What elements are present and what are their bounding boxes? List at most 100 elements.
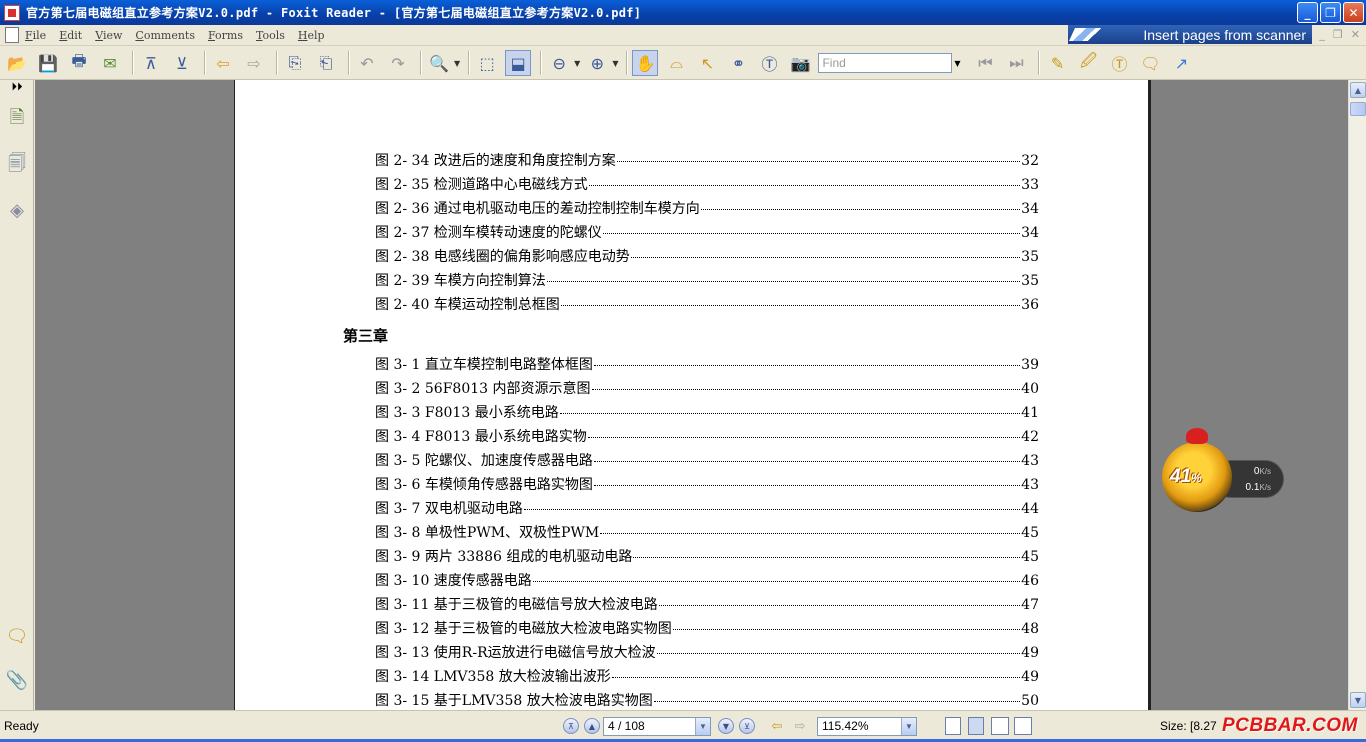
toc-entry[interactable]: 图 2- 35 检测道路中心电磁线方式 33 — [375, 174, 1039, 194]
binoculars-icon[interactable]: ⚭ — [725, 50, 751, 76]
toc-entry[interactable]: 图 3- 15 基于LMV358 放大检波电路实物图 50 — [375, 690, 1039, 710]
go-back-icon[interactable]: ⇦ — [768, 718, 786, 734]
toc-entry[interactable]: 图 3- 6 车模倾角传感器电路实物图 43 — [375, 474, 1039, 494]
menu-forms[interactable]: Forms — [208, 29, 243, 42]
email-icon[interactable]: ✉ — [97, 50, 123, 76]
toc-entry[interactable]: 图 3- 11 基于三极管的电磁信号放大检波电路 47 — [375, 594, 1039, 614]
pencil-tool-icon[interactable]: ✎ — [1044, 50, 1070, 76]
close-button[interactable]: ✕ — [1343, 2, 1364, 23]
toc-entry[interactable]: 图 3- 3 F8013 最小系统电路 41 — [375, 402, 1039, 422]
go-forward-icon[interactable]: ⇨ — [791, 718, 809, 734]
fit-page-icon[interactable]: ⬚ — [474, 50, 500, 76]
single-page-layout-icon[interactable] — [945, 717, 961, 735]
toc-entry[interactable]: 图 3- 14 LMV358 放大检波输出波形 49 — [375, 666, 1039, 686]
next-page-nav-icon[interactable]: ▼ — [718, 718, 734, 734]
toc-entry[interactable]: 图 2- 34 改进后的速度和角度控制方案 32 — [375, 150, 1039, 170]
zoom-tool-dropdown-icon[interactable]: ▼ — [454, 59, 460, 68]
toc-entry[interactable]: 图 2- 37 检测车模转动速度的陀螺仪 34 — [375, 222, 1039, 242]
zoom-in-icon[interactable]: ⊕ — [584, 50, 610, 76]
scroll-up-icon[interactable]: ▲ — [1350, 82, 1366, 98]
layers-icon[interactable]: ◈ — [6, 198, 28, 222]
toc-entry[interactable]: 图 2- 40 车模运动控制总框图 36 — [375, 294, 1039, 314]
zoom-dropdown-icon[interactable]: ▼ — [901, 718, 916, 735]
zoom-out-icon[interactable]: ⊖ — [546, 50, 572, 76]
toc-entry[interactable]: 图 3- 8 单极性PWM、双极性PWM 45 — [375, 522, 1039, 542]
bookmarks-icon[interactable]: 🗎 — [6, 107, 28, 132]
comments-panel-icon[interactable]: 🗨 — [6, 624, 29, 648]
zoom-out-dropdown-icon[interactable]: ▼ — [574, 59, 580, 68]
continuous-facing-layout-icon[interactable] — [1014, 717, 1032, 735]
find-dropdown-icon[interactable]: ▼ — [952, 53, 962, 73]
find-input[interactable]: Find — [818, 53, 953, 73]
page-dropdown-icon[interactable]: ▼ — [695, 718, 710, 735]
doc-restore-button[interactable]: ❐ — [1333, 28, 1343, 41]
menu-tools[interactable]: Tools — [256, 29, 285, 42]
forward-arrow-icon[interactable]: ⇨ — [241, 50, 267, 76]
hand-tool-icon[interactable]: ✋ — [632, 50, 659, 76]
select-text-icon[interactable]: Ⓣ — [756, 50, 782, 76]
toc-entry[interactable]: 图 3- 7 双电机驱动电路 44 — [375, 498, 1039, 518]
print-icon[interactable]: 🖶 — [66, 50, 92, 76]
facing-layout-icon[interactable] — [991, 717, 1009, 735]
menu-file[interactable]: File — [25, 29, 46, 42]
note-comment-icon[interactable]: 🗨 — [1137, 50, 1163, 76]
prev-page-icon[interactable]: ▲ — [584, 718, 600, 734]
doc-minimize-button[interactable]: _ — [1319, 28, 1325, 41]
undo-icon[interactable]: ↶ — [354, 50, 380, 76]
insert-pages-from-scanner-banner[interactable]: Insert pages from scanner — [1068, 25, 1312, 44]
save-icon[interactable]: 💾 — [35, 50, 61, 76]
doc-close-button[interactable]: ✕ — [1351, 28, 1360, 41]
toc-entry[interactable]: 图 2- 39 车模方向控制算法 35 — [375, 270, 1039, 290]
zoom-in-dropdown-icon[interactable]: ▼ — [612, 59, 618, 68]
toc-entry[interactable]: 图 2- 36 通过电机驱动电压的差动控制控制车模方向 34 — [375, 198, 1039, 218]
loupe-tool-icon[interactable]: ⌓ — [663, 50, 689, 76]
expand-panel-icon[interactable]: ⏵⏵ — [6, 80, 28, 94]
next-page-icon[interactable]: ⊻ — [169, 50, 195, 76]
restore-button[interactable]: ❐ — [1320, 2, 1341, 23]
snapshot-icon[interactable]: 📷 — [787, 50, 813, 76]
vertical-scrollbar[interactable]: ▲ ▼ — [1348, 80, 1366, 710]
continuous-layout-icon[interactable] — [968, 717, 984, 735]
minimize-button[interactable]: _ — [1297, 2, 1318, 23]
previous-page-icon[interactable]: ⊼ — [138, 50, 164, 76]
find-previous-icon[interactable]: ⏮ — [972, 50, 998, 76]
back-arrow-icon[interactable]: ⇦ — [210, 50, 236, 76]
mascot-chick-icon[interactable]: 41% — [1162, 428, 1232, 512]
redo-icon[interactable]: ↷ — [385, 50, 411, 76]
typewriter-icon[interactable]: Ⓣ — [1106, 50, 1132, 76]
toc-entry[interactable]: 图 3- 9 两片 33886 组成的电机驱动电路 45 — [375, 546, 1039, 566]
fit-width-icon[interactable]: ⬓ — [505, 50, 532, 76]
menu-comments[interactable]: Comments — [135, 29, 195, 42]
scroll-down-icon[interactable]: ▼ — [1350, 692, 1366, 708]
document-area[interactable]: 图 2- 34 改进后的速度和角度控制方案 32 图 2- 35 检测道路中心电磁… — [35, 80, 1348, 710]
toc-entry[interactable]: 图 3- 1 直立车模控制电路整体框图 39 — [375, 354, 1039, 374]
document-icon[interactable] — [5, 27, 19, 43]
toc-entry[interactable]: 图 3- 12 基于三极管的电磁放大检波电路实物图 48 — [375, 618, 1039, 638]
toc-entry[interactable]: 图 2- 38 电感线圈的偏角影响感应电动势 35 — [375, 246, 1039, 266]
toc-entry[interactable]: 图 3- 4 F8013 最小系统电路实物 42 — [375, 426, 1039, 446]
zoom-level-field[interactable]: 115.42% ▼ — [817, 717, 917, 736]
toc-entry[interactable]: 图 3- 13 使用R-R运放进行电磁信号放大检波 49 — [375, 642, 1039, 662]
network-speed-widget[interactable]: 0K/s 0.1K/s 41% — [1160, 428, 1286, 512]
attachments-icon[interactable]: 📎 — [6, 668, 28, 692]
toc-entry[interactable]: 图 3- 10 速度传感器电路 46 — [375, 570, 1039, 590]
scroll-thumb[interactable] — [1350, 102, 1366, 116]
menu-edit[interactable]: Edit — [59, 29, 82, 42]
foxit-app-icon[interactable] — [4, 4, 20, 21]
arrow-tool-icon[interactable]: ↗ — [1168, 50, 1194, 76]
page-number-field[interactable]: 4 / 108 ▼ — [603, 717, 711, 736]
toc-entry[interactable]: 图 3- 5 陀螺仪、加速度传感器电路 43 — [375, 450, 1039, 470]
insert-pages-icon[interactable]: ⎗ — [313, 50, 339, 76]
highlight-tool-icon[interactable]: 🖉 — [1075, 50, 1101, 76]
first-page-icon[interactable]: ⊼ — [563, 718, 579, 734]
zoom-in-tool-icon[interactable]: 🔍 — [426, 50, 452, 76]
toc-entry[interactable]: 图 3- 2 56F8013 内部资源示意图 40 — [375, 378, 1039, 398]
extract-pages-icon[interactable]: ⎘ — [282, 50, 308, 76]
pages-thumbnail-icon[interactable]: 🗐 — [6, 153, 28, 178]
open-folder-icon[interactable]: 📂 — [4, 50, 30, 76]
last-page-icon[interactable]: ⊻ — [739, 718, 755, 734]
select-tool-icon[interactable]: ↖ — [694, 50, 720, 76]
menu-help[interactable]: Help — [298, 29, 325, 42]
find-next-icon[interactable]: ⏭ — [1003, 50, 1029, 76]
menu-view[interactable]: View — [95, 29, 122, 42]
